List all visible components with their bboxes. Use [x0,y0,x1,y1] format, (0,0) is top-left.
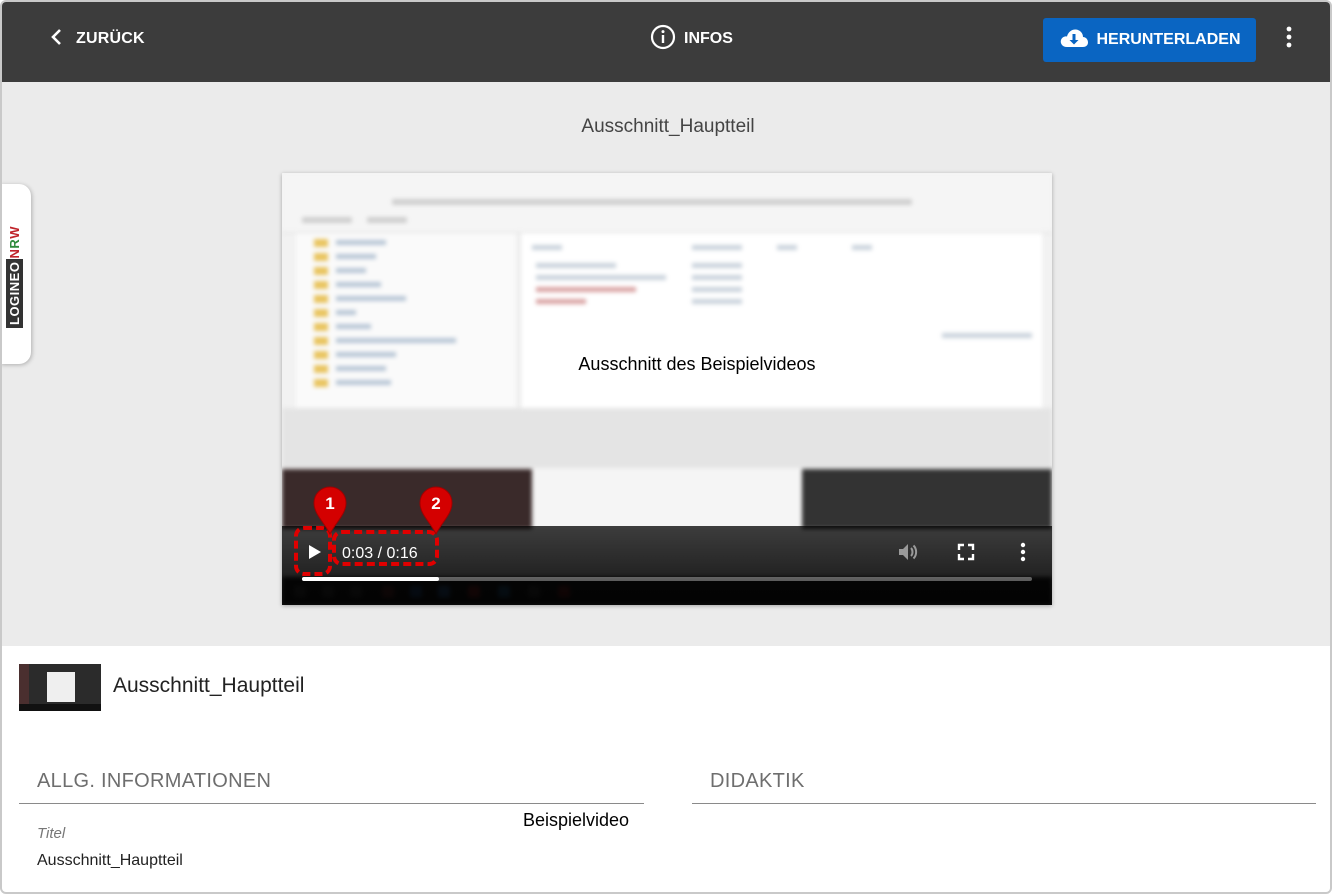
field-label-title: Titel [37,825,66,842]
info-button[interactable]: INFOS [650,24,733,54]
item-title: Ausschnitt_Hauptteil [113,674,305,697]
volume-icon [896,544,920,568]
more-options-button[interactable] [1276,24,1302,54]
logineo-tab[interactable]: LOGINEO N R W [2,184,31,364]
media-thumbnail[interactable] [19,664,101,711]
download-label: HERUNTERLADEN [1096,31,1241,48]
section-divider-general [19,803,644,804]
download-button[interactable]: HERUNTERLADEN [1043,18,1256,62]
fullscreen-button[interactable] [954,538,978,566]
video-more-button[interactable] [1012,538,1034,566]
annotation-number-2: 2 [431,494,441,513]
section-heading-didactics: DIDAKTIK [710,770,805,792]
media-title: Ausschnitt_Hauptteil [581,116,755,137]
chevron-left-icon [50,28,62,51]
back-label: ZURÜCK [76,30,145,47]
app-frame: ZURÜCK INFOS HERUNTERLADEN Ausschnitt_Ha… [0,0,1332,894]
video-overlay-caption: Ausschnitt des Beispielvideos [578,354,816,374]
annotation-caption-beispielvideo: Beispielvideo [523,810,630,830]
annotation-number-1: 1 [325,494,335,513]
more-vertical-icon [1286,26,1292,53]
info-label: INFOS [684,30,733,47]
section-divider-didactics [692,803,1316,804]
section-heading-general: ALLG. INFORMATIONEN [37,770,272,792]
back-button[interactable]: ZURÜCK [50,24,145,54]
info-icon [650,24,676,55]
top-bar: ZURÜCK INFOS HERUNTERLADEN [2,2,1330,82]
logineo-logo: LOGINEO N R W [4,148,24,328]
more-vertical-icon [1012,542,1034,568]
progress-fill [302,577,439,581]
fullscreen-icon [954,543,978,568]
annotation-marker-2: 2 [416,484,456,536]
field-value-title: Ausschnitt_Hauptteil [37,852,183,869]
annotation-marker-1: 1 [310,484,350,536]
cloud-download-icon [1059,27,1089,54]
volume-button[interactable] [896,538,920,566]
media-stage: Ausschnitt_Hauptteil LOGINEO N R W Aussc… [2,82,1330,646]
progress-bar[interactable] [302,577,1032,581]
